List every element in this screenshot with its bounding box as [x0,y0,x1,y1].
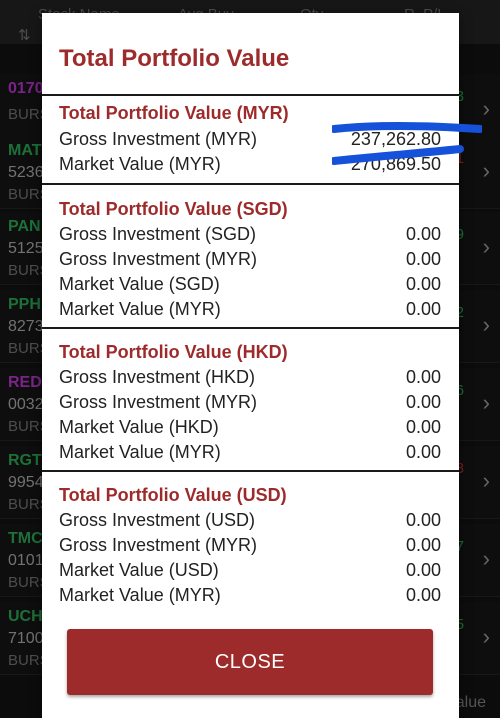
row-label: Gross Investment (USD) [59,510,256,530]
row-label: Gross Investment (MYR) [59,129,258,149]
value-row: Gross Investment (USD) 0.00 [42,510,459,534]
row-value: 0.00 [405,274,441,294]
value-row: Market Value (SGD) 0.00 [42,274,459,298]
row-label: Market Value (MYR) [59,442,221,462]
value-row: Market Value (MYR) 0.00 [42,585,459,609]
section-title: Total Portfolio Value (SGD) [59,199,288,219]
row-label: Market Value (USD) [59,560,219,580]
value-row: Gross Investment (HKD) 0.00 [42,367,459,391]
value-row: Gross Investment (SGD) 0.00 [42,224,459,248]
value-row: Market Value (MYR) 0.00 [42,442,459,466]
section-title: Total Portfolio Value (HKD) [59,342,288,362]
dialog-title: Total Portfolio Value [59,45,290,72]
value-row: Gross Investment (MYR) 0.00 [42,249,459,273]
section-title: Total Portfolio Value (MYR) [59,103,289,123]
divider [42,470,459,472]
portfolio-value-dialog: Total Portfolio Value Total Portfolio Va… [42,13,482,718]
value-row: Market Value (HKD) 0.00 [42,417,459,441]
section-title: Total Portfolio Value (USD) [59,485,287,505]
row-value: 0.00 [405,249,441,269]
divider [42,183,459,185]
row-value: 0.00 [405,510,441,530]
row-value: 0.00 [405,442,441,462]
value-row: Market Value (USD) 0.00 [42,560,459,584]
row-value: 0.00 [405,367,441,387]
row-value: 0.00 [405,224,441,244]
row-label: Gross Investment (SGD) [59,224,257,244]
row-label: Market Value (SGD) [59,274,220,294]
row-value: 0.00 [405,417,441,437]
value-row: Gross Investment (MYR) 0.00 [42,392,459,416]
row-value: 0.00 [405,585,441,605]
close-button[interactable]: CLOSE [67,629,433,695]
divider [42,327,459,329]
row-label: Gross Investment (HKD) [59,367,256,387]
row-label: Gross Investment (MYR) [59,392,258,412]
row-label: Gross Investment (MYR) [59,249,258,269]
row-label: Market Value (MYR) [59,154,221,174]
row-value: 0.00 [405,560,441,580]
row-value: 0.00 [405,535,441,555]
row-label: Market Value (HKD) [59,417,219,437]
row-value: 0.00 [405,299,441,319]
value-row: Market Value (MYR) 0.00 [42,299,459,323]
row-label: Market Value (MYR) [59,299,221,319]
redaction-scribble [332,122,482,165]
divider [42,94,459,96]
row-label: Gross Investment (MYR) [59,535,258,555]
row-value: 0.00 [405,392,441,412]
value-row: Gross Investment (MYR) 0.00 [42,535,459,559]
row-label: Market Value (MYR) [59,585,221,605]
